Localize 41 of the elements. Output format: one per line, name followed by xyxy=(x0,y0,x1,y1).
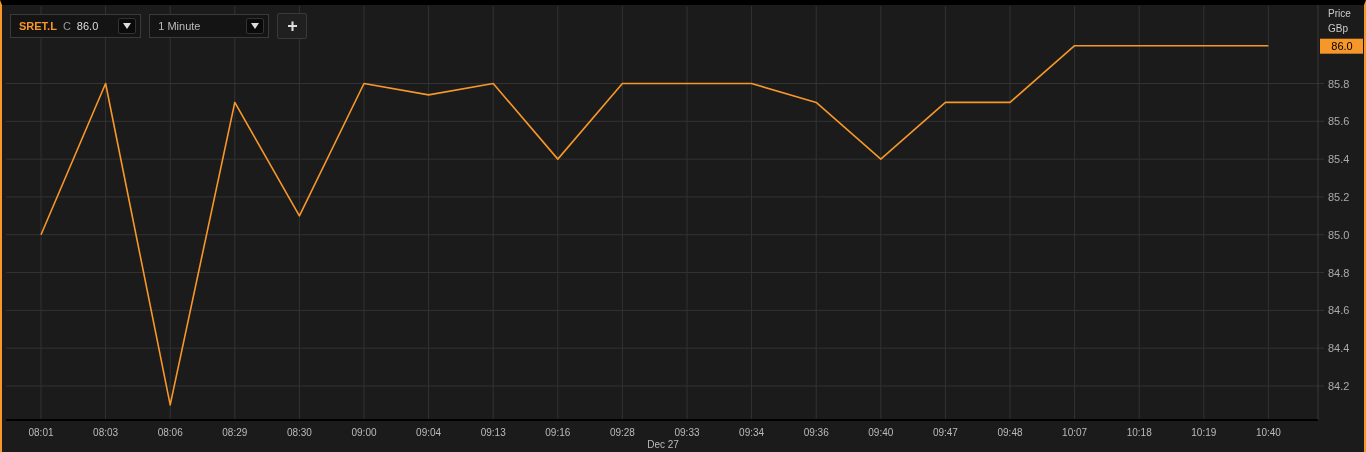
x-tick-label: 10:07 xyxy=(1062,427,1088,438)
x-tick-label: 10:18 xyxy=(1126,427,1152,438)
x-tick-label: 08:29 xyxy=(222,427,248,438)
y-tick-label: 84.8 xyxy=(1328,266,1350,279)
y-tick-label: 85.6 xyxy=(1328,115,1350,128)
y-tick-label: 84.2 xyxy=(1328,379,1350,392)
symbol-label: SRET.L xyxy=(19,20,57,32)
interval-dropdown[interactable]: 1 Minute xyxy=(149,14,270,38)
y-tick-label: 85.8 xyxy=(1328,77,1350,90)
close-value: 86.0 xyxy=(76,20,99,32)
x-tick-label: 08:03 xyxy=(93,427,119,438)
x-tick-label: 09:00 xyxy=(351,427,377,438)
y-tick-label: 85.0 xyxy=(1328,228,1350,241)
x-tick-label: 08:01 xyxy=(28,427,54,438)
x-tick-label: 10:40 xyxy=(1255,427,1281,438)
axis-title: Price xyxy=(1328,8,1351,19)
symbol-dropdown[interactable]: SRET.L C 86.0 xyxy=(10,14,142,38)
x-tick-label: 09:13 xyxy=(480,427,506,438)
x-tick-label: 10:19 xyxy=(1191,427,1217,438)
x-tick-label: 09:40 xyxy=(868,427,894,438)
y-tick-label: 85.2 xyxy=(1328,190,1350,203)
x-tick-label: 09:47 xyxy=(932,427,958,438)
x-tick-label: 08:06 xyxy=(157,427,183,438)
x-tick-label: 08:30 xyxy=(286,427,312,438)
y-tick-label: 85.4 xyxy=(1328,153,1350,166)
caret-icon[interactable] xyxy=(118,18,137,34)
axis-unit: GBp xyxy=(1328,23,1348,34)
add-button[interactable]: + xyxy=(277,13,308,39)
x-tick-label: 09:28 xyxy=(609,427,635,438)
x-tick-label: 09:04 xyxy=(416,427,442,438)
x-tick-label: 09:16 xyxy=(545,427,571,438)
x-tick-label: 09:36 xyxy=(803,427,829,438)
interval-label: 1 Minute xyxy=(158,20,201,32)
close-label: C xyxy=(62,20,71,32)
x-tick-label: 09:48 xyxy=(997,427,1023,438)
date-label: Dec 27 xyxy=(647,439,679,450)
y-tick-label: 84.6 xyxy=(1328,304,1350,317)
x-tick-label: 09:34 xyxy=(739,427,765,438)
y-tick-label: 84.4 xyxy=(1328,342,1350,355)
x-tick-label: 09:33 xyxy=(674,427,700,438)
caret-icon[interactable] xyxy=(246,18,265,34)
